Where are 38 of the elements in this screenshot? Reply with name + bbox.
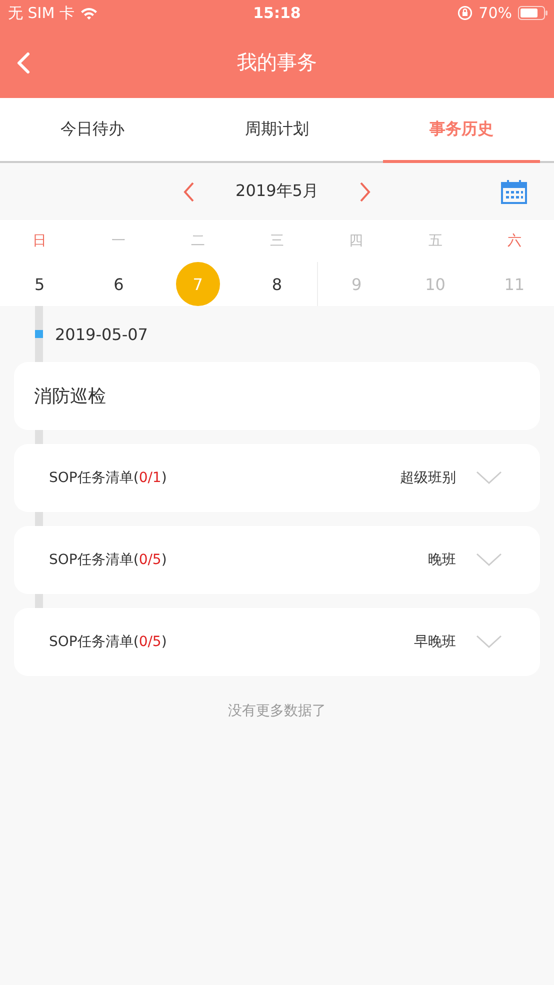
shift-label: 早晚班	[414, 633, 456, 651]
task-title: 消防巡检	[14, 362, 540, 430]
rotation-lock-icon	[456, 5, 473, 21]
date-heading: 2019-05-07	[55, 324, 148, 344]
timeline-segment	[35, 512, 43, 526]
battery-percent: 70%	[478, 4, 512, 22]
shift-label: 超级班别	[400, 469, 456, 487]
timeline-segment	[35, 430, 43, 444]
previous-month-button[interactable]	[182, 180, 196, 202]
date-button[interactable]: 8	[254, 262, 299, 306]
weekday-label: 三	[268, 232, 285, 251]
tab[interactable]: 周期计划	[198, 98, 356, 163]
tab[interactable]: 今日待办	[14, 98, 171, 163]
clock-time: 15:18	[253, 4, 301, 22]
wifi-icon	[80, 6, 98, 20]
checklist-row[interactable]: SOP任务清单(0/5) 晚班	[14, 526, 540, 594]
next-month-button[interactable]	[358, 180, 372, 202]
page-title: 我的事务	[237, 48, 317, 76]
no-more-data-text: 没有更多数据了	[227, 702, 327, 720]
weekday-label: 一	[110, 232, 127, 251]
weekday-label: 五	[427, 232, 444, 251]
checklist-label: SOP任务清单(0/5)	[49, 551, 168, 569]
battery-icon	[518, 6, 548, 20]
calendar-icon[interactable]	[501, 179, 527, 204]
checklist-row[interactable]: SOP任务清单(0/5) 早晚班	[14, 608, 540, 676]
date-button[interactable]: 5	[18, 262, 62, 306]
carrier-label: 无 SIM 卡	[8, 4, 74, 22]
weekday-label: 六	[506, 232, 522, 251]
shift-label: 晚班	[428, 551, 456, 569]
month-label: 2019年5月	[236, 181, 318, 202]
checklist-row[interactable]: SOP任务清单(0/1) 超级班别	[14, 444, 540, 512]
weekday-label: 四	[348, 232, 364, 251]
timeline-segment	[35, 594, 43, 608]
date-button[interactable]: 6	[96, 262, 141, 306]
weekday-label: 日	[32, 232, 48, 251]
checklist-label: SOP任务清单(0/1)	[49, 469, 168, 487]
weekday-label: 二	[190, 232, 206, 251]
checklist-label: SOP任务清单(0/5)	[49, 633, 168, 651]
